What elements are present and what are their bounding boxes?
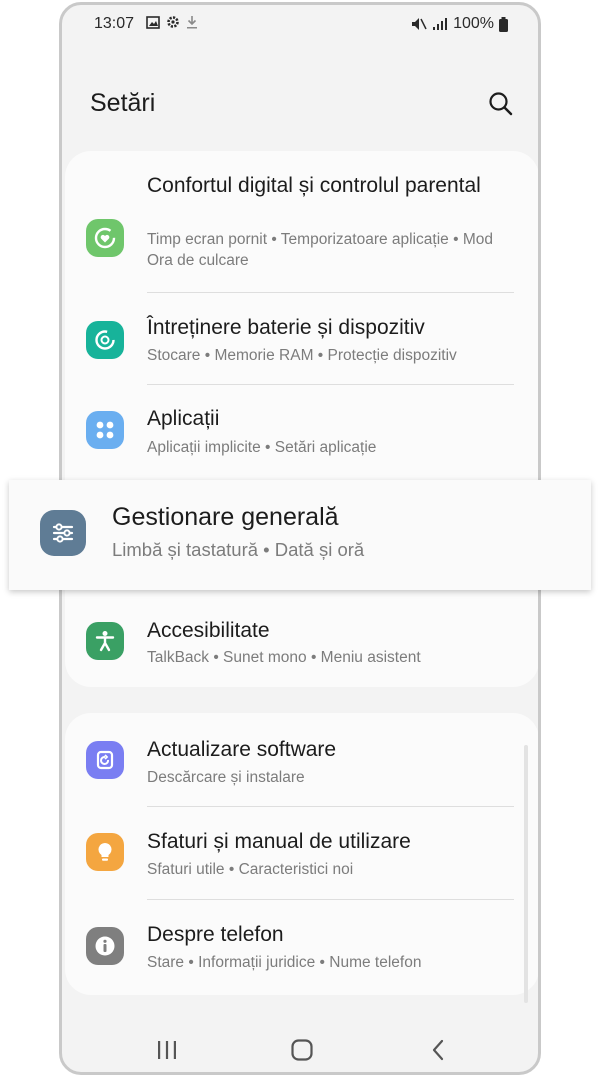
digital-wellbeing-icon — [86, 219, 124, 257]
item-subtitle: TalkBack • Sunet mono • Meniu asistent — [147, 649, 421, 666]
general-management-icon — [40, 510, 86, 556]
battery-percent: 100% — [453, 15, 494, 32]
search-icon — [489, 92, 513, 116]
device-care-icon — [86, 321, 124, 359]
gear-icon — [167, 16, 179, 28]
navigation-bar — [62, 1025, 538, 1072]
settings-group-2: Actualizare software Descărcare și insta… — [65, 713, 538, 995]
item-subtitle: Limbă și tastatură • Dată și oră — [112, 539, 365, 560]
item-title: Actualizare software — [147, 738, 337, 761]
accessibility-icon — [86, 622, 124, 660]
item-apps[interactable]: Aplicații Aplicații implicite • Setări a… — [65, 385, 538, 477]
item-subtitle: Stare • Informații juridice • Nume telef… — [147, 954, 422, 971]
settings-group-1: Confortul digital și controlul parental … — [65, 151, 538, 687]
back-button[interactable] — [420, 1035, 456, 1065]
scrollbar[interactable] — [524, 745, 528, 1003]
item-title: Aplicații — [147, 407, 220, 430]
apps-icon — [86, 411, 124, 449]
back-icon — [432, 1039, 444, 1061]
item-title: Întreținere baterie și dispozitiv — [147, 316, 425, 339]
item-subtitle: Aplicații implicite • Setări aplicație — [147, 439, 377, 456]
page-title: Setări — [90, 89, 156, 117]
item-device-care[interactable]: Întreținere baterie și dispozitiv Stocar… — [65, 293, 538, 385]
item-title: Sfaturi și manual de utilizare — [147, 830, 411, 853]
item-title: Despre telefon — [147, 923, 284, 946]
item-general-management[interactable]: Gestionare generală Limbă și tastatură •… — [9, 480, 591, 590]
recent-apps-icon — [158, 1041, 176, 1059]
signal-icon — [433, 18, 448, 30]
search-button[interactable] — [486, 89, 516, 119]
recent-apps-button[interactable] — [149, 1035, 185, 1065]
home-button[interactable] — [284, 1035, 320, 1065]
item-about-phone[interactable]: Despre telefon Stare • Informații juridi… — [65, 900, 538, 992]
item-software-update[interactable]: Actualizare software Descărcare și insta… — [65, 713, 538, 805]
item-subtitle: Sfaturi utile • Caracteristici noi — [147, 861, 354, 878]
item-title: Accesibilitate — [147, 619, 270, 642]
item-digital-wellbeing[interactable]: Confortul digital și controlul parental … — [65, 167, 538, 297]
gallery-icon — [146, 15, 160, 29]
home-icon — [291, 1039, 313, 1061]
software-update-icon — [86, 741, 124, 779]
item-subtitle: Timp ecran pornit • Temporizatoare aplic… — [147, 231, 493, 269]
tips-icon — [86, 833, 124, 871]
about-phone-icon — [86, 927, 124, 965]
item-subtitle: Stocare • Memorie RAM • Protecție dispoz… — [147, 347, 457, 364]
item-tips[interactable]: Sfaturi și manual de utilizare Sfaturi u… — [65, 807, 538, 899]
item-accessibility[interactable]: Accesibilitate TalkBack • Sunet mono • M… — [65, 601, 538, 687]
mute-icon — [412, 18, 427, 30]
battery-icon — [499, 16, 508, 32]
status-time: 13:07 — [94, 15, 135, 32]
download-icon — [187, 16, 197, 29]
item-title: Confortul digital și controlul parental — [147, 174, 481, 197]
item-subtitle: Descărcare și instalare — [147, 769, 305, 786]
status-bar: 13:07 100% — [62, 5, 538, 43]
item-title: Gestionare generală — [112, 503, 339, 531]
